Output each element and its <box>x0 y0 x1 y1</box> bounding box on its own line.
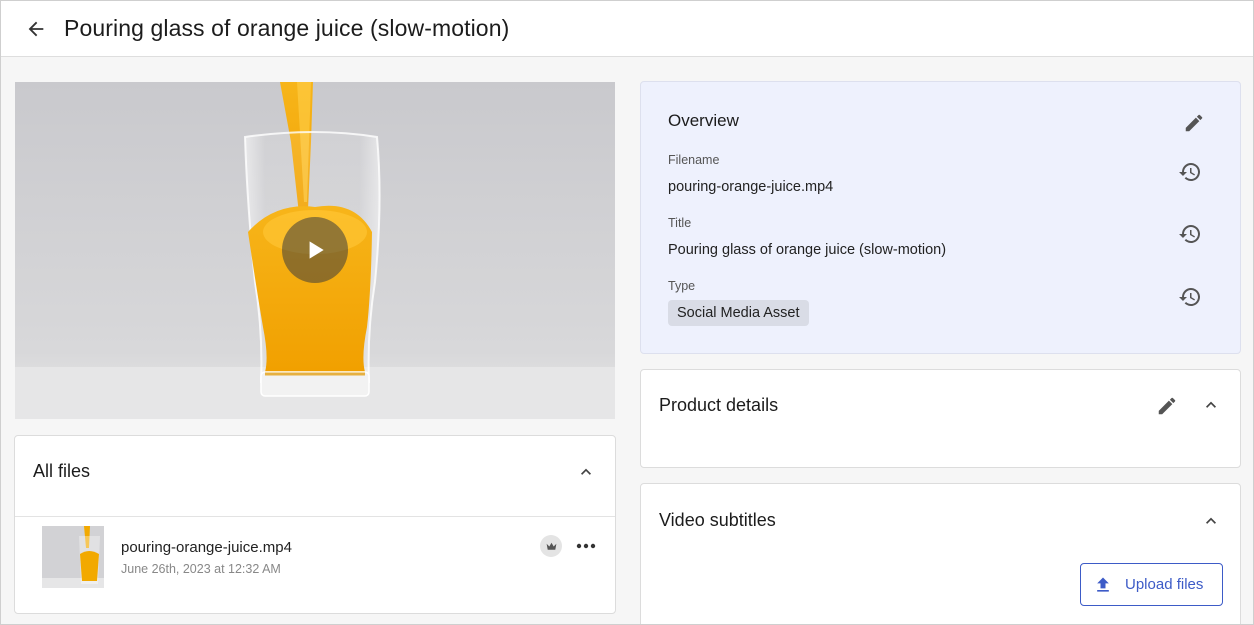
more-options-button[interactable] <box>573 534 599 558</box>
file-name[interactable]: pouring-orange-juice.mp4 <box>121 539 292 556</box>
primary-file-button[interactable] <box>540 535 562 557</box>
type-label: Type <box>668 279 696 293</box>
file-date: June 26th, 2023 at 12:32 AM <box>121 562 281 576</box>
arrow-left-icon <box>28 21 44 36</box>
all-files-collapse-button[interactable] <box>574 460 598 484</box>
title-label: Title <box>668 216 692 230</box>
video-subtitles-title: Video subtitles <box>659 510 776 530</box>
app-frame: Pouring glass of orange juice (slow-moti… <box>0 0 1254 625</box>
play-button[interactable] <box>282 217 348 283</box>
product-details-title: Product details <box>659 395 779 415</box>
video-preview[interactable] <box>15 82 615 419</box>
chevron-up-icon <box>581 468 591 475</box>
filename-history-button[interactable] <box>1176 158 1204 186</box>
history-icon <box>1179 163 1200 181</box>
pencil-icon <box>1185 114 1203 132</box>
file-thumbnail <box>42 526 104 588</box>
video-subtitles-collapse-button[interactable] <box>1199 509 1223 533</box>
more-horizontal-icon <box>576 543 596 549</box>
upload-files-button[interactable]: Upload files <box>1080 563 1223 606</box>
play-icon <box>309 241 324 259</box>
product-details-collapse-button[interactable] <box>1199 393 1223 417</box>
chevron-up-icon <box>1206 517 1216 524</box>
title-value: Pouring glass of orange juice (slow-moti… <box>668 242 947 258</box>
pencil-icon <box>1158 397 1176 415</box>
product-details-edit-button[interactable] <box>1153 392 1181 420</box>
all-files-title: All files <box>33 461 91 481</box>
chevron-up-icon <box>1206 401 1216 408</box>
video-subtitles-card: Video subtitles Upload files <box>640 483 1241 624</box>
page-title: Pouring glass of orange juice (slow-moti… <box>64 15 510 41</box>
overview-title: Overview <box>668 111 739 130</box>
title-history-button[interactable] <box>1176 220 1204 248</box>
top-bar: Pouring glass of orange juice (slow-moti… <box>1 1 1253 57</box>
type-history-button[interactable] <box>1176 283 1204 311</box>
upload-icon <box>1093 575 1113 595</box>
overview-edit-button[interactable] <box>1181 110 1207 136</box>
product-details-card: Product details <box>640 369 1241 468</box>
type-chip: Social Media Asset <box>668 300 809 326</box>
filename-label: Filename <box>668 153 720 167</box>
filename-value: pouring-orange-juice.mp4 <box>668 179 834 195</box>
upload-files-label: Upload files <box>1125 576 1204 593</box>
file-row[interactable]: pouring-orange-juice.mp4 June 26th, 2023… <box>15 517 615 613</box>
overview-panel: Overview Filename pouring-orange-juice.m… <box>640 81 1241 354</box>
back-button[interactable] <box>14 7 58 51</box>
history-icon <box>1179 288 1200 306</box>
history-icon <box>1179 225 1200 243</box>
all-files-card: All files pouring-orange-juice.mp4 June … <box>14 435 616 614</box>
crown-icon <box>546 542 556 550</box>
